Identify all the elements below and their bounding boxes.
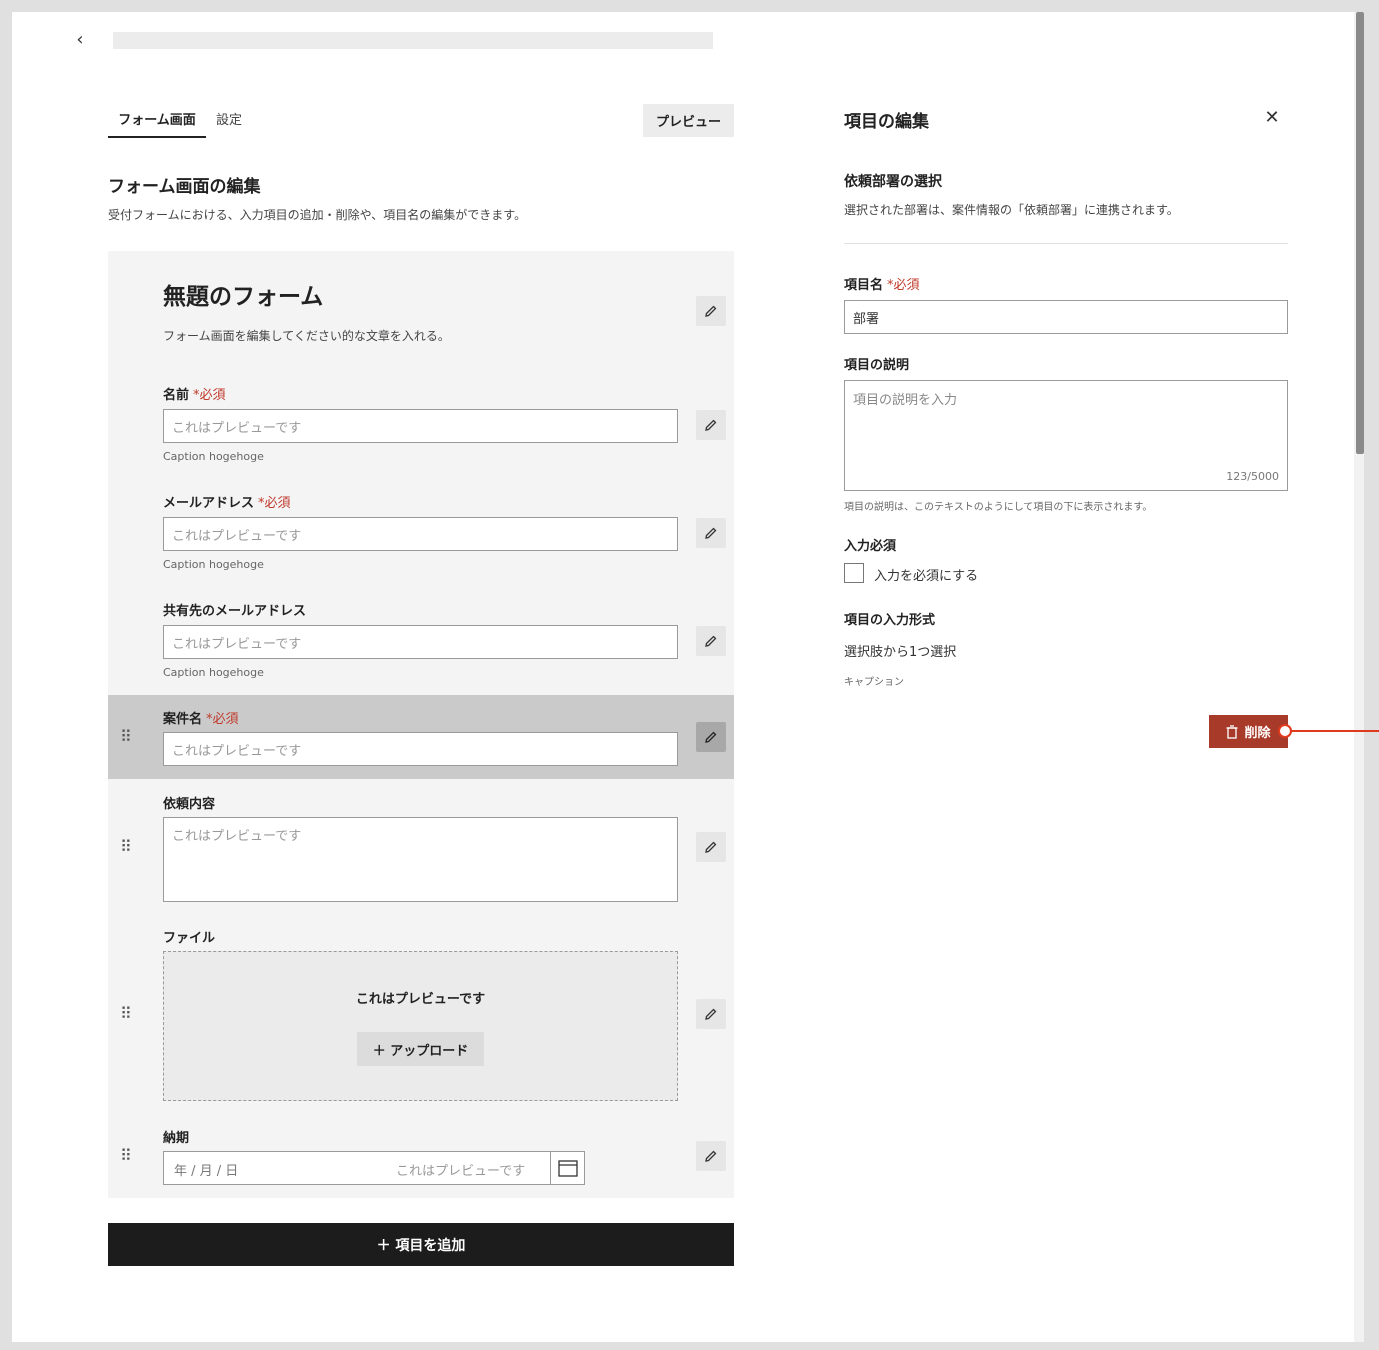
edit-field-button[interactable] [696,626,726,656]
pencil-icon [705,1150,717,1162]
edit-field-button[interactable] [696,410,726,440]
pencil-icon [705,527,717,539]
field-label-case-name: 案件名 *必須 [163,712,239,727]
description-placeholder: 項目の説明を入力 [853,393,958,408]
preview-date-input: 年 / 月 / 日 これはプレビューです [163,1151,585,1185]
field-label-name: 名前 *必須 [163,388,226,403]
edit-panel-title: 項目の編集 [844,112,929,132]
edit-field-button[interactable] [696,518,726,548]
preview-input-case-name: これはプレビューです [163,732,678,766]
preview-input-name: これはプレビューです [163,409,678,443]
annotation-line [1288,730,1379,732]
field-description-label: 項目の説明 [844,358,910,373]
required-section-label: 入力必須 [844,539,897,554]
required-mark: *必須 [193,388,226,403]
edit-panel-subtitle-desc: 選択された部署は、案件情報の「依頼部署」に連携されます。 [844,203,1179,217]
drag-handle-icon[interactable]: ⠿ [120,1147,134,1165]
back-chevron-icon[interactable]: ‹ [70,30,90,50]
close-icon[interactable]: ✕ [1262,108,1282,128]
input-type-caption: キャプション [844,677,904,688]
field-label-deadline: 納期 [163,1131,190,1146]
field-label-file: ファイル [163,931,216,946]
form-title: 無題のフォーム [163,284,324,310]
required-checkbox[interactable] [844,563,864,583]
section-description: 受付フォームにおける、入力項目の追加・削除や、項目名の編集ができます。 [108,208,527,222]
character-count: 123/5000 [1226,470,1279,483]
date-preview-text: これはプレビューです [396,1164,526,1179]
pencil-icon [705,419,717,431]
form-preview-panel: 無題のフォーム フォーム画面を編集してください的な文章を入れる。 名前 *必須 こ… [108,251,734,1198]
drag-handle-icon[interactable]: ⠿ [120,838,134,856]
field-label-request: 依頼内容 [163,797,216,812]
date-placeholder: 年 / 月 / 日 [174,1164,239,1179]
input-type-label: 項目の入力形式 [844,613,936,628]
drag-handle-icon[interactable]: ⠿ [120,1005,134,1023]
tab-settings[interactable]: 設定 [216,110,242,138]
file-upload-dropzone: これはプレビューです ＋ アップロード [163,951,678,1101]
required-mark: *必須 [206,712,239,727]
field-caption: Caption hogehoge [163,450,264,463]
divider [844,243,1288,244]
delete-button[interactable]: 削除 [1209,715,1288,748]
tab-form-screen[interactable]: フォーム画面 [108,110,206,138]
title-placeholder-bar [113,32,713,49]
edit-field-button[interactable] [696,832,726,862]
scrollbar-thumb[interactable] [1356,12,1364,454]
preview-input-shared-email: これはプレビューです [163,625,678,659]
field-caption: Caption hogehoge [163,666,264,679]
section-title: フォーム画面の編集 [108,177,261,197]
drag-handle-icon[interactable]: ⠿ [120,728,134,746]
add-field-button[interactable]: ＋ 項目を追加 [108,1223,734,1266]
delete-button-label: 削除 [1244,726,1271,741]
field-name-input[interactable]: 部署 [844,300,1288,334]
upload-preview-text: これはプレビューです [355,992,486,1007]
pencil-icon [705,635,717,647]
trash-icon [1226,724,1238,739]
preview-button[interactable]: プレビュー [643,104,734,137]
required-mark: *必須 [887,278,920,293]
edit-field-button[interactable] [696,999,726,1029]
field-caption: Caption hogehoge [163,558,264,571]
field-label-shared-email: 共有先のメールアドレス [163,604,307,619]
input-type-value: 選択肢から1つ選択 [844,645,957,660]
required-mark: *必須 [258,496,291,511]
preview-textarea-request: これはプレビューです [163,817,678,902]
edit-form-title-button[interactable] [696,296,726,326]
field-label-email: メールアドレス *必須 [163,496,291,511]
edit-field-button[interactable] [696,722,726,752]
edit-field-button[interactable] [696,1141,726,1171]
description-help-text: 項目の説明は、このテキストのようにして項目の下に表示されます。 [844,502,1153,513]
required-checkbox-label[interactable]: 入力を必須にする [874,565,978,584]
pencil-icon [705,1008,717,1020]
annotation-dot [1278,724,1292,738]
pencil-icon [705,305,717,317]
upload-button[interactable]: ＋ アップロード [357,1032,484,1066]
field-description-textarea[interactable]: 項目の説明を入力 123/5000 [844,380,1288,491]
pencil-icon [705,841,717,853]
pencil-icon [705,731,717,743]
form-description: フォーム画面を編集してください的な文章を入れる。 [163,329,450,343]
calendar-icon [550,1152,584,1184]
preview-input-email: これはプレビューです [163,517,678,551]
field-name-label: 項目名 *必須 [844,278,920,293]
edit-panel-subtitle: 依頼部署の選択 [844,174,942,190]
